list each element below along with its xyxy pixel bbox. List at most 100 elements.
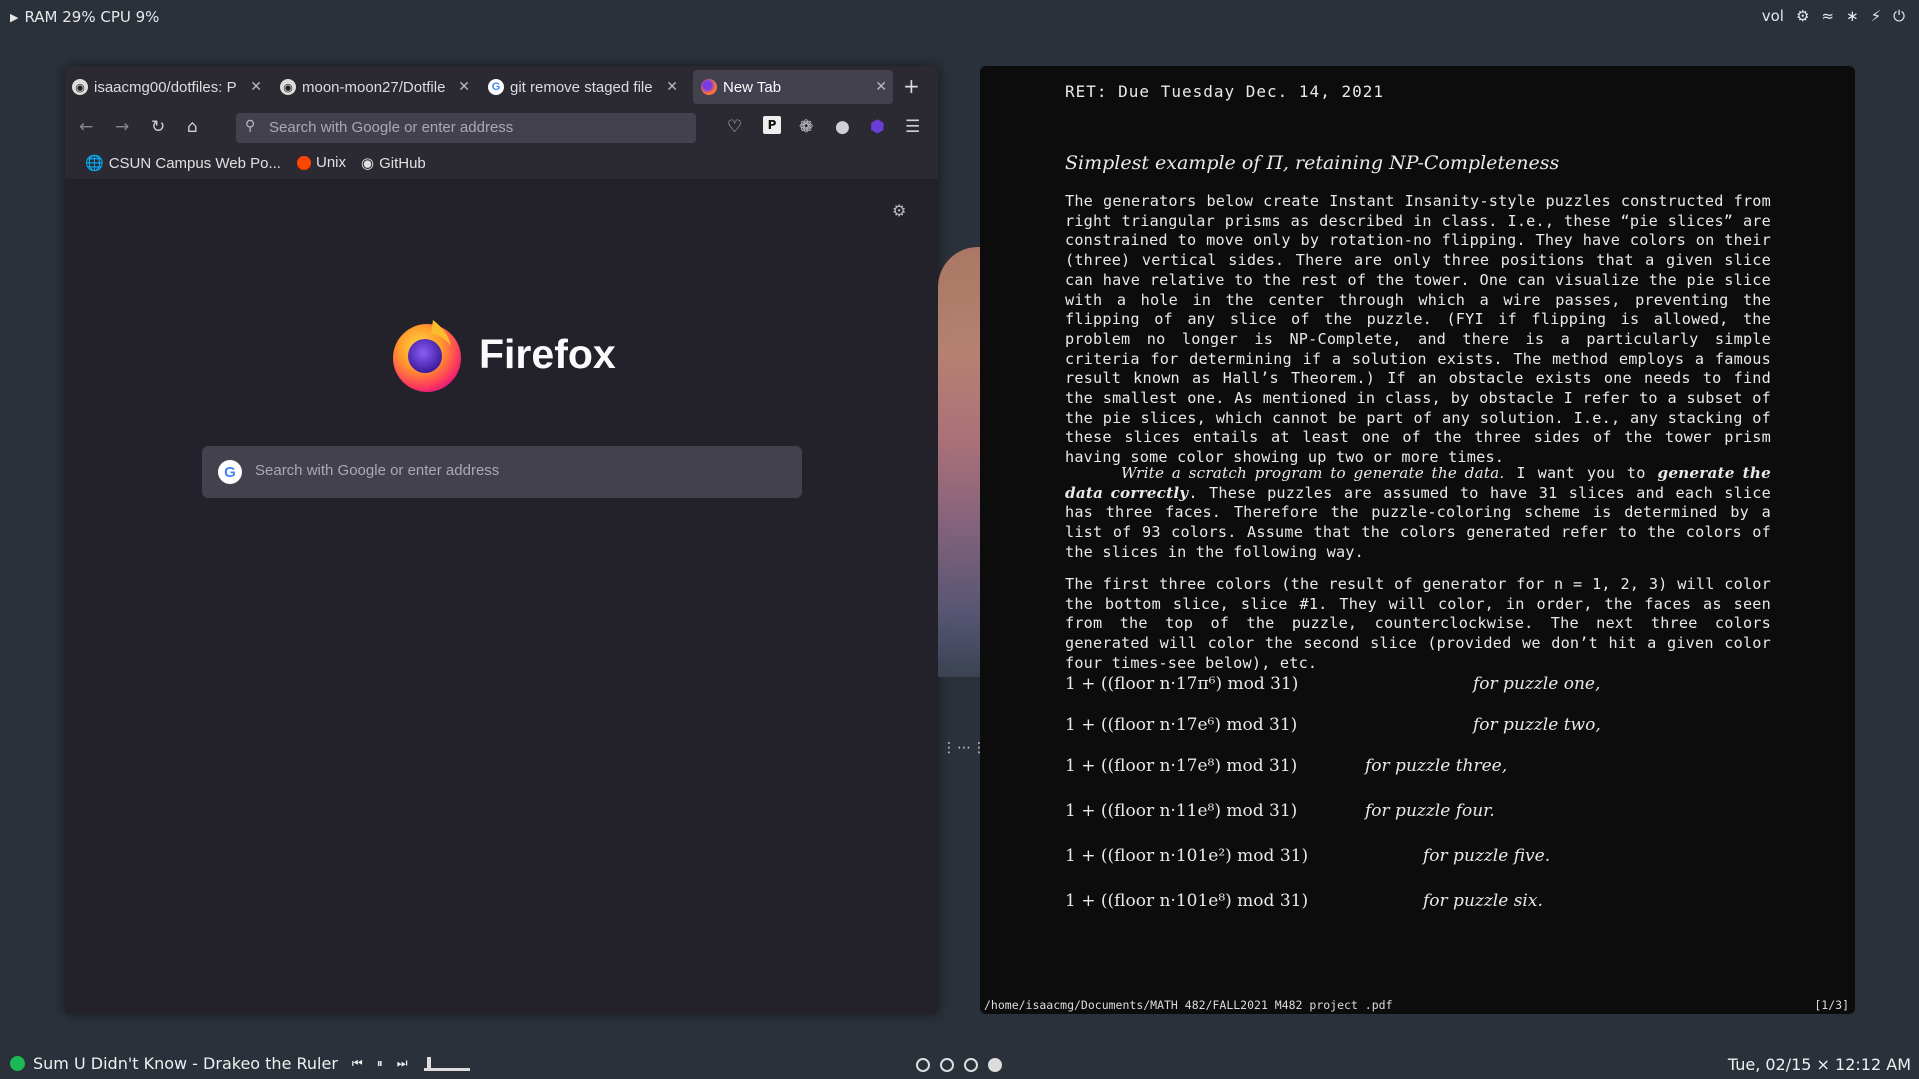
bluetooth-icon[interactable]: ∗	[1846, 7, 1859, 25]
home-icon[interactable]: ⌂	[187, 117, 198, 137]
bookmark-csun[interactable]: 🌐 CSUN Campus Web Po...	[85, 154, 281, 173]
formula-expr: 1 + ((floor n·17e⁶) mod 31)	[1065, 715, 1298, 735]
tab-label: git remove staged file	[510, 78, 653, 96]
wifi-icon[interactable]: ≈	[1821, 7, 1834, 25]
newtab-search-placeholder: Search with Google or enter address	[255, 462, 500, 479]
formula-desc: for puzzle six.	[1423, 891, 1543, 911]
firefox-window: ◉ isaacmg00/dotfiles: P ✕ ◉ moon-moon27/…	[65, 66, 938, 1014]
forward-icon[interactable]: →	[115, 117, 129, 137]
tab-new-tab[interactable]: New Tab ✕	[693, 70, 893, 104]
extension-gear-icon[interactable]: ❁	[799, 117, 813, 137]
due-date-line: RET: Due Tuesday Dec. 14, 2021	[1065, 82, 1384, 101]
url-placeholder: Search with Google or enter address	[269, 119, 514, 136]
back-icon[interactable]: ←	[79, 117, 93, 137]
music-widget: Sum U Didn't Know - Drakeo the Ruler ⏮ ⏸…	[10, 1054, 470, 1073]
previous-track-icon[interactable]: ⏮	[352, 1056, 363, 1071]
pdf-filepath: /home/isaacmg/Documents/MATH 482/FALL202…	[984, 998, 1393, 1012]
track-progress[interactable]	[423, 1056, 470, 1071]
tab-dotfiles[interactable]: ◉ isaacmg00/dotfiles: P ✕	[72, 70, 268, 104]
google-icon: G	[218, 460, 242, 484]
formula-desc: for puzzle two,	[1473, 715, 1601, 735]
newtab-search-box[interactable]: G Search with Google or enter address	[202, 446, 802, 498]
search-icon: ⚲	[245, 118, 256, 134]
formula-row: 1 + ((floor n·11e⁸) mod 31) for puzzle f…	[1065, 801, 1771, 831]
github-icon: ◉	[280, 79, 296, 95]
system-tray: vol ⚙ ≈ ∗ ⚡ ⏻	[1762, 7, 1905, 25]
reload-icon[interactable]: ↻	[151, 117, 165, 137]
formula-expr: 1 + ((floor n·11e⁸) mod 31)	[1065, 801, 1298, 821]
new-tab-page: ⚙ Firefox G Search with Google or enter …	[65, 179, 938, 1014]
formula-row: 1 + ((floor n·101e⁸) mod 31) for puzzle …	[1065, 891, 1771, 921]
bookmark-label: GitHub	[379, 154, 426, 172]
formula-expr: 1 + ((floor n·17e⁸) mod 31)	[1065, 756, 1298, 776]
menu-icon[interactable]: ☰	[905, 117, 920, 137]
close-icon[interactable]: ✕	[666, 78, 678, 95]
extension-circle-icon[interactable]: ●	[835, 117, 850, 137]
url-bar[interactable]: ⚲ Search with Google or enter address	[236, 113, 696, 143]
track-title: Sum U Didn't Know - Drakeo the Ruler	[33, 1054, 338, 1073]
workspace-1[interactable]	[916, 1058, 930, 1072]
bookmarks-toolbar: 🌐 CSUN Campus Web Po... Unix ◉ GitHub	[65, 147, 938, 179]
formula-expr: 1 + ((floor n·17π⁶) mod 31)	[1065, 674, 1299, 694]
system-stats: ▶ RAM 29% CPU 9%	[10, 8, 159, 26]
close-icon[interactable]: ✕	[250, 78, 262, 95]
formula-expr: 1 + ((floor n·101e²) mod 31)	[1065, 846, 1309, 866]
spotify-icon	[10, 1056, 25, 1071]
close-icon[interactable]: ✕	[458, 78, 470, 95]
track-progress-knob[interactable]	[426, 1056, 431, 1071]
paragraph-1: The generators below create Instant Insa…	[1065, 192, 1771, 467]
wallpaper-glow	[938, 247, 982, 677]
reddit-icon	[297, 155, 311, 170]
bookmark-unix[interactable]: Unix	[297, 154, 346, 171]
tab-git-remove[interactable]: G git remove staged file ✕	[488, 70, 684, 104]
google-icon: G	[488, 79, 504, 95]
bookmark-label: CSUN Campus Web Po...	[108, 154, 281, 172]
formula-row: 1 + ((floor n·17e⁸) mod 31) for puzzle t…	[1065, 756, 1771, 786]
formula-expr: 1 + ((floor n·101e⁸) mod 31)	[1065, 891, 1309, 911]
tab-moon-dotfiles[interactable]: ◉ moon-moon27/Dotfile ✕	[280, 70, 476, 104]
top-status-bar: ▶ RAM 29% CPU 9% vol ⚙ ≈ ∗ ⚡ ⏻	[0, 0, 1919, 36]
bookmark-label: Unix	[316, 154, 347, 171]
bottom-status-bar: Sum U Didn't Know - Drakeo the Ruler ⏮ ⏸…	[0, 1047, 1919, 1079]
play-icon: ▶	[10, 10, 19, 24]
tab-label: isaacmg00/dotfiles: P	[94, 78, 237, 96]
volume-label[interactable]: vol	[1762, 7, 1784, 25]
formula-desc: for puzzle three,	[1365, 756, 1508, 776]
paragraph-2: Write a scratch program to generate the …	[1065, 464, 1771, 563]
firefox-icon	[701, 79, 717, 95]
github-icon: ◉	[361, 155, 375, 172]
clock: Tue, 02/15 × 12:12 AM	[1727, 1055, 1911, 1074]
workspace-3[interactable]	[964, 1058, 978, 1072]
gear-icon[interactable]: ⚙	[892, 201, 906, 220]
tab-label: moon-moon27/Dotfile	[302, 78, 446, 96]
nav-toolbar: ← → ↻ ⌂ ⚲ Search with Google or enter ad…	[65, 107, 938, 147]
para2-italic: Write a scratch program to generate the …	[1121, 464, 1505, 482]
formula-row: 1 + ((floor n·17π⁶) mod 31) for puzzle o…	[1065, 674, 1771, 704]
formula-desc: for puzzle four.	[1365, 801, 1495, 821]
formula-row: 1 + ((floor n·17e⁶) mod 31) for puzzle t…	[1065, 715, 1771, 745]
firefox-logo-icon	[393, 320, 461, 392]
tab-label: New Tab	[723, 78, 782, 96]
pause-icon[interactable]: ⏸	[377, 1056, 383, 1071]
formula-desc: for puzzle one,	[1473, 674, 1601, 694]
settings-icon[interactable]: ⚙	[1796, 7, 1809, 25]
firefox-wordmark: Firefox	[479, 330, 616, 377]
workspace-4[interactable]	[988, 1058, 1002, 1072]
extension-hex-icon[interactable]: ⬢	[870, 117, 885, 137]
bookmark-github[interactable]: ◉ GitHub	[361, 154, 426, 173]
power-icon[interactable]: ⏻	[1893, 7, 1905, 25]
extension-p-icon[interactable]: P	[763, 116, 781, 134]
firefox-logo: Firefox	[387, 314, 616, 394]
globe-icon: 🌐	[85, 155, 104, 172]
close-icon[interactable]: ✕	[875, 78, 887, 95]
github-icon: ◉	[72, 79, 88, 95]
pdf-viewer-window: RET: Due Tuesday Dec. 14, 2021 Simplest …	[980, 66, 1855, 1014]
new-tab-button[interactable]: +	[903, 74, 920, 98]
pocket-icon[interactable]: ♡	[727, 117, 742, 137]
next-track-icon[interactable]: ⏭	[397, 1056, 408, 1071]
system-stats-text: RAM 29% CPU 9%	[24, 8, 160, 26]
formula-row: 1 + ((floor n·101e²) mod 31) for puzzle …	[1065, 846, 1771, 876]
formula-desc: for puzzle five.	[1423, 846, 1551, 866]
workspace-2[interactable]	[940, 1058, 954, 1072]
tab-strip: ◉ isaacmg00/dotfiles: P ✕ ◉ moon-moon27/…	[65, 66, 938, 107]
